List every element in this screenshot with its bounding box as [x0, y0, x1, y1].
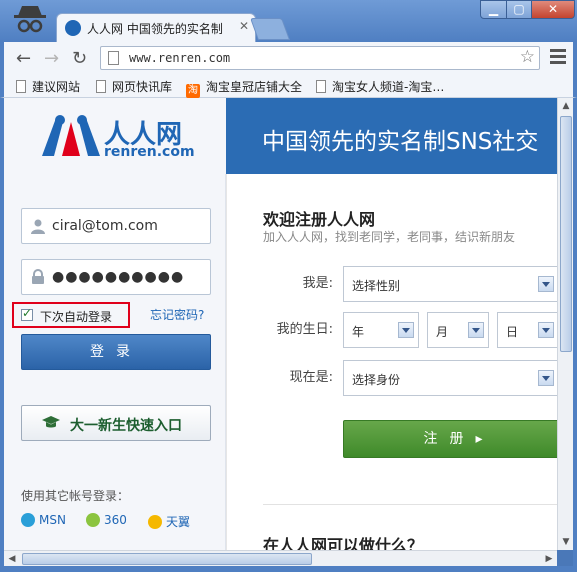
- password-mask: ●●●●●●●●●●: [52, 269, 185, 285]
- vertical-scrollbar[interactable]: ▲ ▼: [557, 98, 573, 550]
- dropdown-arrow-icon[interactable]: [538, 322, 554, 338]
- reload-icon[interactable]: ↻: [72, 48, 87, 69]
- email-value: ciral@tom.com: [52, 218, 158, 234]
- page-icon: [16, 80, 26, 93]
- register-subtitle: 加入人人网，找到老同学，老同事，结识新朋友: [263, 230, 516, 244]
- gender-value: 选择性别: [352, 279, 401, 293]
- scroll-left-icon[interactable]: ◀: [4, 551, 20, 567]
- horizontal-scrollbar[interactable]: ◀ ▶: [4, 550, 557, 566]
- remember-me-checkbox[interactable]: [21, 306, 33, 321]
- window-frame: [573, 98, 577, 566]
- browser-menu-icon[interactable]: [550, 49, 566, 67]
- forgot-password-link[interactable]: 忘记密码?: [150, 306, 204, 323]
- bookmark-item[interactable]: 淘宝女人频道-淘宝…: [316, 78, 444, 95]
- divider: [263, 504, 557, 505]
- birthday-label: 我的生日:: [276, 322, 333, 337]
- browser-toolbar: ← → ↻ www.renren.com ☆: [0, 42, 577, 74]
- tianyi-icon: [148, 515, 162, 529]
- forward-arrow-icon[interactable]: →: [44, 48, 59, 69]
- tab-close-icon[interactable]: ✕: [239, 19, 249, 33]
- bookmark-item[interactable]: 淘淘宝皇冠店铺大全: [186, 78, 302, 98]
- lock-icon: [32, 269, 44, 284]
- register-panel: 欢迎注册人人网 加入人人网，找到老同学，老同事，结识新朋友 我是: 选择性别 我…: [226, 174, 557, 550]
- page-icon: [108, 51, 119, 65]
- bookmark-item[interactable]: 建议网站: [16, 78, 80, 95]
- gender-label: 我是:: [302, 276, 333, 291]
- maximize-button[interactable]: ▢: [506, 0, 532, 19]
- renren-logo-icon: [42, 115, 100, 156]
- browser-title-bar: 人人网 中国领先的实名制 ✕ ▁ ▢ ✕: [0, 0, 577, 42]
- close-window-button[interactable]: ✕: [531, 0, 575, 19]
- page-icon: [316, 80, 326, 93]
- vertical-scroll-thumb[interactable]: [560, 116, 572, 352]
- horizontal-scroll-thumb[interactable]: [22, 553, 312, 565]
- dropdown-arrow-icon[interactable]: [538, 370, 554, 386]
- login-panel: ciral@tom.com ●●●●●●●●●● 下次自动登录 忘记密码? 登录…: [4, 174, 226, 550]
- scroll-down-icon[interactable]: ▼: [558, 534, 574, 550]
- incognito-icon: [14, 6, 46, 33]
- bookmarks-bar: 建议网站 网页快讯库 淘淘宝皇冠店铺大全 淘宝女人频道-淘宝…: [0, 74, 577, 98]
- arrow-right-icon: ▸: [475, 431, 483, 447]
- renren-logo[interactable]: 人人网 renren.com: [40, 112, 195, 161]
- tianyi-login-link[interactable]: 天翼: [148, 513, 190, 530]
- birth-month-select[interactable]: 月: [427, 312, 489, 348]
- status-value: 选择身份: [352, 373, 401, 387]
- slogan-banner: 中国领先的实名制SNS社交: [226, 98, 557, 174]
- register-title: 欢迎注册人人网: [263, 210, 376, 229]
- bookmark-star-icon[interactable]: ☆: [520, 47, 535, 67]
- dropdown-arrow-icon[interactable]: [538, 276, 554, 292]
- graduation-cap-icon: [42, 416, 60, 428]
- freshman-entry-button[interactable]: 大一新生快速入口: [21, 405, 211, 441]
- birth-year-select[interactable]: 年: [343, 312, 419, 348]
- features-title: 在人人网可以做什么？: [263, 536, 424, 550]
- password-field[interactable]: ●●●●●●●●●●: [21, 259, 211, 295]
- renren-favicon-icon: [65, 20, 81, 36]
- status-label: 现在是:: [289, 370, 333, 385]
- user-icon: [31, 219, 45, 234]
- back-arrow-icon[interactable]: ←: [16, 48, 31, 69]
- remember-me-highlight: 下次自动登录: [12, 302, 130, 328]
- scroll-up-icon[interactable]: ▲: [558, 98, 574, 114]
- login-button[interactable]: 登录: [21, 334, 211, 370]
- 360-icon: [86, 513, 100, 527]
- email-field[interactable]: ciral@tom.com: [21, 208, 211, 244]
- slogan-text: 中国领先的实名制SNS社交: [262, 129, 539, 155]
- msn-login-link[interactable]: MSN: [21, 513, 66, 527]
- month-value: 月: [436, 325, 449, 339]
- year-value: 年: [352, 325, 365, 339]
- scroll-right-icon[interactable]: ▶: [541, 551, 557, 567]
- new-tab-button[interactable]: [249, 18, 291, 40]
- window-frame: [0, 566, 577, 572]
- page-icon: [96, 80, 106, 93]
- 360-login-link[interactable]: 360: [86, 513, 127, 527]
- logo-english-text: renren.com: [104, 144, 195, 160]
- other-login-label: 使用其它帐号登录：: [21, 489, 130, 503]
- register-label: 注册: [423, 431, 476, 447]
- remember-me-label[interactable]: 下次自动登录: [40, 308, 112, 325]
- address-bar[interactable]: www.renren.com ☆: [100, 46, 540, 70]
- birth-day-select[interactable]: 日: [497, 312, 557, 348]
- dropdown-arrow-icon[interactable]: [398, 322, 414, 338]
- page-viewport: 人人网 renren.com 中国领先的实名制SNS社交 ciral@tom.c…: [4, 98, 557, 550]
- bookmark-item[interactable]: 网页快讯库: [96, 78, 172, 95]
- tab-title: 人人网 中国领先的实名制: [87, 22, 223, 36]
- browser-tab[interactable]: 人人网 中国领先的实名制 ✕: [56, 13, 256, 42]
- day-value: 日: [506, 325, 519, 339]
- url-text[interactable]: www.renren.com: [129, 51, 230, 65]
- minimize-button[interactable]: ▁: [480, 0, 507, 19]
- dropdown-arrow-icon[interactable]: [468, 322, 484, 338]
- page-header: 人人网 renren.com 中国领先的实名制SNS社交: [4, 98, 557, 174]
- status-select[interactable]: 选择身份: [343, 360, 557, 396]
- msn-icon: [21, 513, 35, 527]
- taobao-icon: 淘: [186, 84, 200, 98]
- register-button[interactable]: 注册▸: [343, 420, 557, 458]
- freshman-entry-label: 大一新生快速入口: [70, 418, 182, 434]
- gender-select[interactable]: 选择性别: [343, 266, 557, 302]
